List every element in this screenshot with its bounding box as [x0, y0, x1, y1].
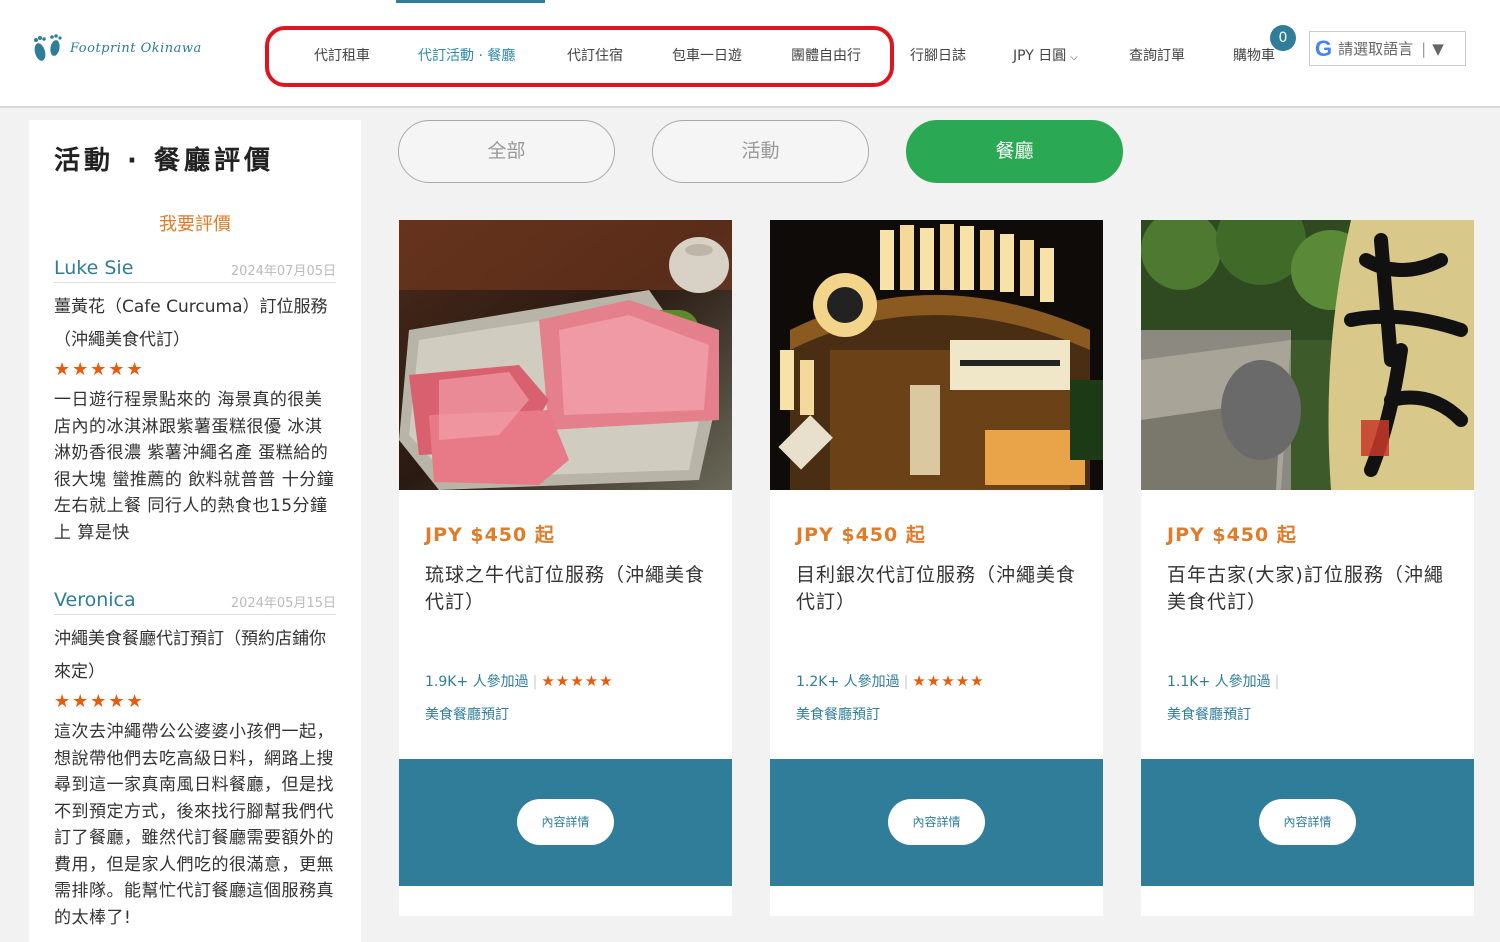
nav-car-rental[interactable]: 代訂租車 [314, 45, 370, 65]
card-footer: 內容詳情 [770, 759, 1103, 886]
review-body: 一日遊行程景點來的 海景真的很美 店內的冰淇淋跟紫薯蛋糕很優 冰淇淋奶香很濃 紫… [54, 390, 335, 543]
card-price: JPY $450 起 [796, 524, 926, 546]
nav-currency[interactable]: JPY 日圓 ⌵ [1013, 45, 1078, 65]
review-service[interactable]: 薑黃花（Cafe Curcuma）訂位服務（沖繩美食代訂） [54, 291, 336, 357]
filter-all[interactable]: 全部 [398, 120, 615, 183]
card-category[interactable]: 美食餐廳預訂 [796, 704, 880, 724]
meta-divider: | [903, 674, 909, 690]
review-item: Luke Sie 2024年07月05日 薑黃花（Cafe Curcuma）訂位… [54, 257, 336, 546]
nav-cart[interactable]: 購物車 [1233, 45, 1275, 65]
details-button[interactable]: 內容詳情 [1259, 799, 1356, 845]
cart-count-badge: 0 [1270, 25, 1296, 51]
site-logo[interactable]: Footprint Okinawa [28, 28, 202, 68]
language-label: 請選取語言 [1338, 40, 1414, 58]
chevron-down-icon: ⌵ [1070, 52, 1078, 63]
card-title[interactable]: 目利銀次代訂位服務（沖繩美食代訂） [796, 562, 1086, 616]
review-stars: ★★★★★ [54, 691, 145, 712]
review-stars: ★★★★★ [54, 359, 145, 380]
card-footer: 內容詳情 [399, 759, 732, 886]
sidebar-title: 活動 · 餐廳評價 [54, 146, 274, 176]
reviewer-name: Luke Sie [54, 257, 134, 279]
review-service[interactable]: 沖繩美食餐廳代訂預訂（預約店鋪你來定） [54, 623, 336, 689]
filter-activities[interactable]: 活動 [652, 120, 869, 183]
card-category[interactable]: 美食餐廳預訂 [1167, 704, 1251, 724]
footprint-logo-icon [28, 28, 68, 68]
card-meta: 1.2K+ 人參加過 | ★★★★★ [796, 671, 985, 691]
review-header: Luke Sie 2024年07月05日 [54, 257, 336, 283]
participant-count: 1.9K+ 人參加過 [425, 674, 529, 690]
language-divider: | [1421, 39, 1427, 58]
meta-divider: | [532, 674, 538, 690]
reviews-sidebar: 活動 · 餐廳評價 我要評價 Luke Sie 2024年07月05日 薑黃花（… [29, 120, 361, 942]
card-meta: 1.9K+ 人參加過 | ★★★★★ [425, 671, 614, 691]
participant-count: 1.2K+ 人參加過 [796, 674, 900, 690]
ufuya-entrance-photo[interactable] [1141, 220, 1474, 490]
review-date: 2024年05月15日 [230, 596, 336, 611]
meta-divider: | [1274, 674, 1280, 690]
nav-charter-day-tour[interactable]: 包車一日遊 [672, 45, 742, 65]
izakaya-storefront-photo[interactable] [770, 220, 1103, 490]
card-category[interactable]: 美食餐廳預訂 [425, 704, 509, 724]
card-footer: 內容詳情 [1141, 759, 1474, 886]
card-title[interactable]: 琉球之牛代訂位服務（沖繩美食代訂） [425, 562, 715, 616]
nav-order-lookup[interactable]: 查詢訂單 [1129, 45, 1185, 65]
filter-restaurants[interactable]: 餐廳 [906, 120, 1123, 183]
details-button[interactable]: 內容詳情 [888, 799, 985, 845]
reviewer-name: Veronica [54, 589, 136, 611]
nav-accommodation[interactable]: 代訂住宿 [567, 45, 623, 65]
review-item: Veronica 2024年05月15日 沖繩美食餐廳代訂預訂（預約店鋪你來定）… [54, 589, 336, 931]
logo-text: Footprint Okinawa [70, 40, 202, 56]
nav-activities-restaurants[interactable]: 代訂活動 · 餐廳 [418, 45, 515, 65]
review-body: 這次去沖繩帶公公婆婆小孩們一起，想說帶他們去吃高級日料，網路上搜尋到這一家真南風… [54, 722, 334, 928]
product-card: JPY $450 起 百年古家(大家)訂位服務（沖繩美食代訂） 1.1K+ 人參… [1141, 220, 1474, 916]
dropdown-arrow-icon: ▼ [1432, 39, 1444, 58]
google-g-icon: G [1315, 35, 1333, 61]
details-button[interactable]: 內容詳情 [517, 799, 614, 845]
wagyu-beef-photo[interactable] [399, 220, 732, 490]
product-card: JPY $450 起 琉球之牛代訂位服務（沖繩美食代訂） 1.9K+ 人參加過 |… [399, 220, 732, 916]
currency-label: JPY 日圓 [1013, 48, 1067, 64]
card-stars: ★★★★★ [541, 672, 614, 690]
card-meta: 1.1K+ 人參加過 | [1167, 671, 1283, 691]
write-review-link[interactable]: 我要評價 [29, 210, 361, 236]
language-select[interactable]: G 請選取語言 | ▼ [1309, 31, 1466, 66]
participant-count: 1.1K+ 人參加過 [1167, 674, 1271, 690]
nav-travel-journal[interactable]: 行腳日誌 [910, 45, 966, 65]
card-title[interactable]: 百年古家(大家)訂位服務（沖繩美食代訂） [1167, 562, 1457, 616]
card-price: JPY $450 起 [425, 524, 555, 546]
review-date: 2024年07月05日 [230, 264, 336, 279]
active-nav-indicator [396, 0, 545, 3]
review-header: Veronica 2024年05月15日 [54, 589, 336, 615]
nav-group-tour[interactable]: 團體自由行 [791, 45, 861, 65]
product-card: JPY $450 起 目利銀次代訂位服務（沖繩美食代訂） 1.2K+ 人參加過 |… [770, 220, 1103, 916]
card-price: JPY $450 起 [1167, 524, 1297, 546]
site-header: Footprint Okinawa 代訂租車 代訂活動 · 餐廳 代訂住宿 包車… [0, 0, 1500, 108]
card-stars: ★★★★★ [912, 672, 985, 690]
